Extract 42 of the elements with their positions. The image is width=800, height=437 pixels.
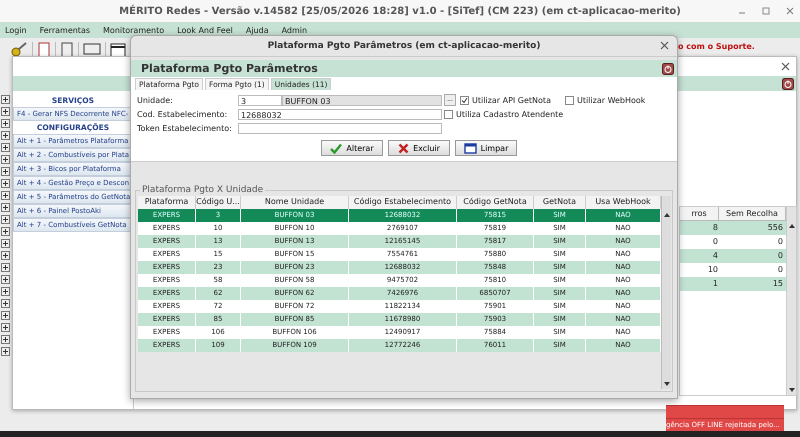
column-header[interactable]: GetNota [534, 196, 586, 209]
column-header[interactable]: Usa WebHook [586, 196, 661, 209]
menu-item[interactable]: Ajuda [246, 26, 269, 34]
delete-button[interactable]: Excluir [388, 140, 450, 156]
column-header[interactable]: rros [680, 207, 719, 221]
group-title: Plataforma Pgto X Unidade [140, 185, 266, 195]
menu-item[interactable]: Login [5, 26, 27, 34]
panel-title: Plataforma Pgto Parâmetros [141, 62, 318, 75]
table-cell-text: 556 [766, 222, 784, 234]
field-label: Token Estabelecimento: [137, 124, 233, 132]
table-cell-text: 8 [712, 222, 719, 234]
column-header[interactable]: Sem Recolha [719, 207, 786, 221]
column-header[interactable]: Nome Unidade [241, 196, 349, 209]
dialog-title: Plataforma Pgto Parâmetros (em ct-aplicacao-merito) [268, 41, 540, 51]
field-label: Unidade: [137, 96, 174, 104]
input-field: BUFFON 03 [282, 94, 442, 106]
table-cell-text: 0 [712, 236, 719, 248]
field-label: Cod. Estabelecimento: [137, 110, 228, 118]
menu-item[interactable]: Ferramentas [40, 26, 90, 34]
table-cell-text: 10 [706, 264, 719, 276]
clear-button[interactable]: Limpar [455, 140, 517, 156]
checkbox[interactable]: Utilizar API GetNota [460, 96, 551, 104]
input-field[interactable]: 12688032 [238, 108, 442, 120]
table-cell-text: 0 [776, 236, 784, 248]
column-header[interactable]: Código Estabelecimento [349, 196, 457, 209]
checkbox[interactable]: Utiliza Cadastro Atendente [444, 110, 564, 118]
table-cell-text: 0 [776, 250, 784, 262]
checkbox[interactable]: Utilizar WebHook [564, 96, 646, 104]
menu-item[interactable]: Admin [282, 26, 308, 34]
menu-item[interactable]: Monitoramento [103, 26, 164, 34]
input-field[interactable]: 3 [238, 94, 282, 106]
window-title: MÉRITO Redes - Versão v.14582 [25/05/2026 18:28] v1.0 - [SiTef] (CM 223) (em ct-aplicacao-merito) [119, 6, 681, 16]
table-cell-text: 1 [712, 278, 719, 290]
column-header[interactable]: Plataforma [138, 196, 196, 209]
confirm-button[interactable]: Alterar [321, 140, 383, 156]
column-header[interactable]: Código U... [196, 196, 241, 209]
menu-item[interactable]: Look And Feel [177, 26, 233, 34]
notice-text: o com o Suporte. [678, 42, 755, 51]
table-cell-text: 4 [712, 250, 719, 262]
table-cell-text: 15 [772, 278, 784, 290]
table-cell-text: 0 [776, 264, 784, 276]
column-header[interactable]: Código GetNota [457, 196, 534, 209]
